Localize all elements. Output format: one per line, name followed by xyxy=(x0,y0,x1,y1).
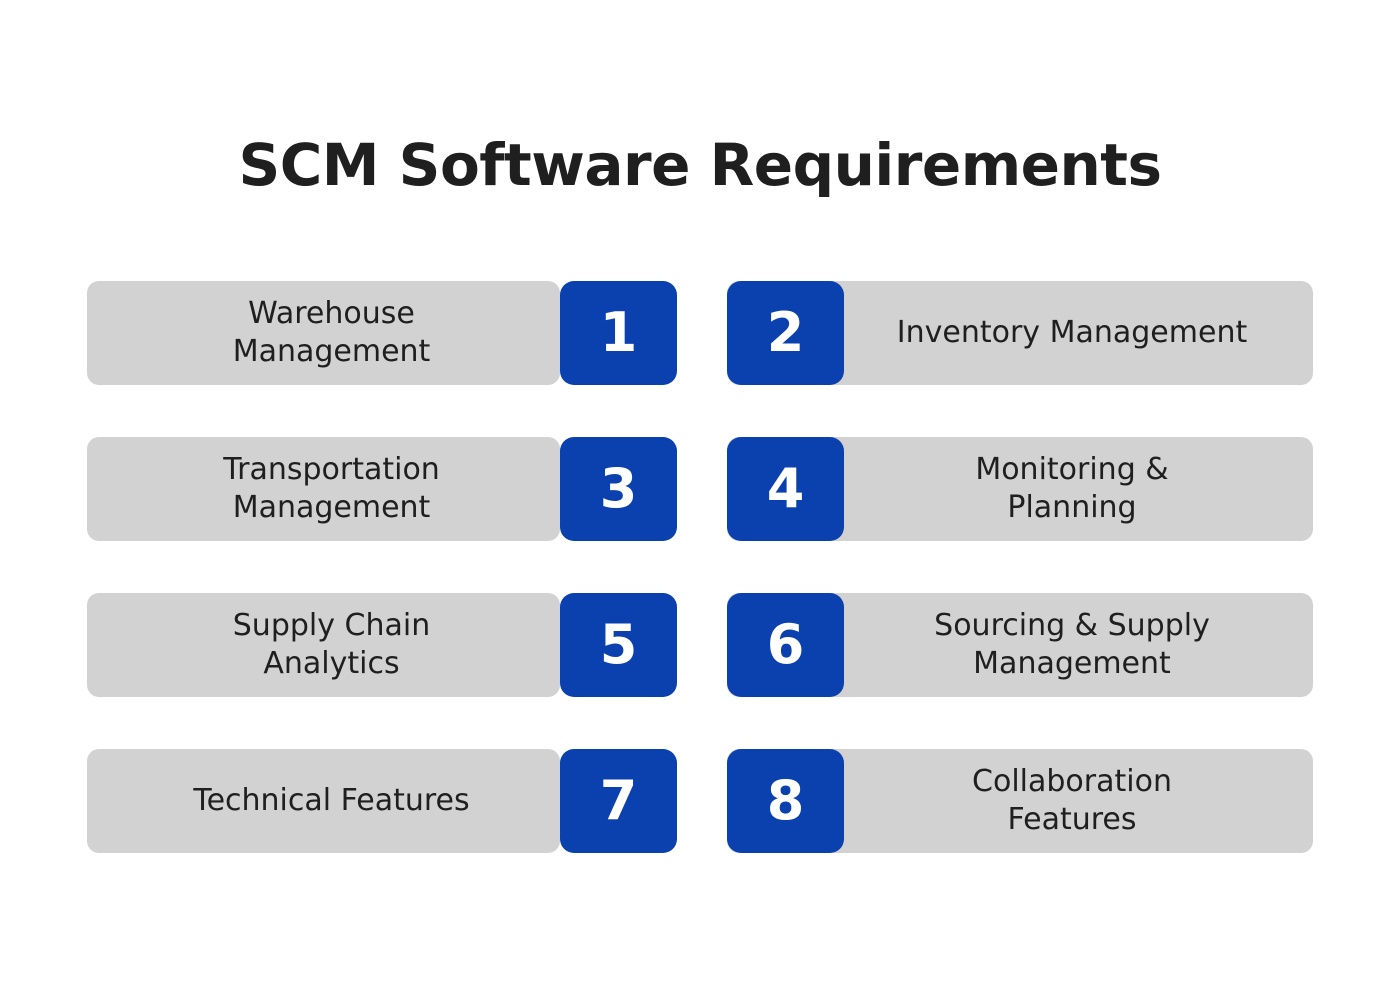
requirement-badge-3: 3 xyxy=(560,437,677,541)
requirement-card-6[interactable]: Sourcing & Supply Management 6 xyxy=(727,593,1313,697)
requirement-badge-5: 5 xyxy=(560,593,677,697)
requirement-card-1[interactable]: Warehouse Management 1 xyxy=(87,281,677,385)
infographic-canvas: SCM Software Requirements Warehouse Mana… xyxy=(0,0,1400,1000)
requirement-number-1: 1 xyxy=(599,301,638,364)
requirement-number-8: 8 xyxy=(766,769,805,832)
requirement-label-6: Sourcing & Supply Management xyxy=(934,607,1210,681)
requirement-card-7[interactable]: Technical Features 7 xyxy=(87,749,677,853)
requirement-bar-7: Technical Features xyxy=(87,749,560,853)
requirement-label-5: Supply Chain Analytics xyxy=(232,607,431,681)
requirements-row: Supply Chain Analytics 5 Sourcing & Supp… xyxy=(0,593,1400,697)
requirement-badge-2: 2 xyxy=(727,281,844,385)
requirement-label-4: Monitoring & Planning xyxy=(975,451,1169,525)
requirement-badge-8: 8 xyxy=(727,749,844,853)
requirements-row: Warehouse Management 1 Inventory Managem… xyxy=(0,281,1400,385)
requirement-label-2: Inventory Management xyxy=(896,314,1248,350)
requirement-number-2: 2 xyxy=(766,301,805,364)
requirement-card-3[interactable]: Transportation Management 3 xyxy=(87,437,677,541)
requirement-bar-3: Transportation Management xyxy=(87,437,560,541)
requirement-label-8: Collaboration Features xyxy=(972,763,1172,837)
requirement-card-4[interactable]: Monitoring & Planning 4 xyxy=(727,437,1313,541)
requirement-number-4: 4 xyxy=(766,457,805,520)
requirement-number-5: 5 xyxy=(599,613,638,676)
requirement-number-3: 3 xyxy=(599,457,638,520)
requirement-bar-1: Warehouse Management xyxy=(87,281,560,385)
requirement-number-7: 7 xyxy=(599,769,638,832)
page-title-container: SCM Software Requirements xyxy=(0,96,1400,235)
requirement-card-8[interactable]: Collaboration Features 8 xyxy=(727,749,1313,853)
requirement-card-5[interactable]: Supply Chain Analytics 5 xyxy=(87,593,677,697)
requirement-bar-5: Supply Chain Analytics xyxy=(87,593,560,697)
page-title: SCM Software Requirements xyxy=(238,130,1162,199)
requirement-badge-1: 1 xyxy=(560,281,677,385)
requirements-row: Technical Features 7 Collaboration Featu… xyxy=(0,749,1400,853)
requirements-grid: Warehouse Management 1 Inventory Managem… xyxy=(0,281,1400,853)
requirement-badge-6: 6 xyxy=(727,593,844,697)
requirement-badge-7: 7 xyxy=(560,749,677,853)
requirement-number-6: 6 xyxy=(766,613,805,676)
requirement-label-1: Warehouse Management xyxy=(232,295,431,369)
requirement-badge-4: 4 xyxy=(727,437,844,541)
requirement-label-7: Technical Features xyxy=(193,782,470,818)
requirements-row: Transportation Management 3 Monitoring &… xyxy=(0,437,1400,541)
requirement-card-2[interactable]: Inventory Management 2 xyxy=(727,281,1313,385)
requirement-label-3: Transportation Management xyxy=(223,451,440,525)
